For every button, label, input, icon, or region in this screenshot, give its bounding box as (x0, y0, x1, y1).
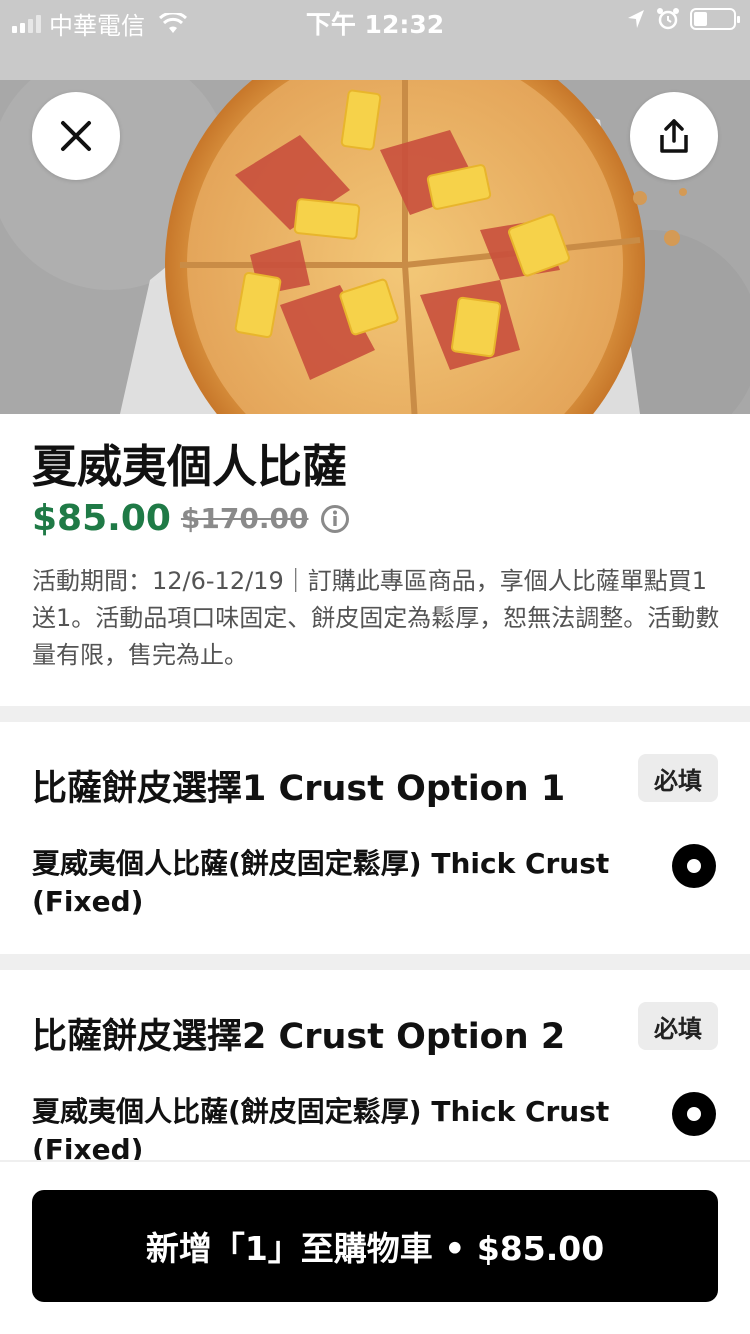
location-arrow-icon (628, 10, 644, 28)
required-badge: 必填 (638, 1002, 718, 1050)
battery-level (694, 12, 707, 26)
header-band (0, 40, 750, 80)
original-price: $170.00 (180, 502, 309, 535)
option-choice-label-1[interactable]: 夏威夷個人比薩(餅皮固定鬆厚) Thick Crust (Fixed) (32, 845, 612, 921)
radio-dot (687, 1107, 701, 1121)
product-image (0, 80, 750, 414)
section-divider (0, 954, 750, 970)
share-icon (660, 119, 688, 153)
add-to-cart-button[interactable]: 新增「1」至購物車 • $85.00 (32, 1190, 718, 1302)
radio-dot (687, 859, 701, 873)
product-price: $85.00 (32, 498, 171, 539)
section-divider (0, 706, 750, 722)
price-row: $85.00 $170.00 (32, 498, 350, 539)
option-choice-label-2[interactable]: 夏威夷個人比薩(餅皮固定鬆厚) Thick Crust (Fixed) (32, 1093, 612, 1169)
share-button[interactable] (630, 92, 718, 180)
battery-icon (690, 8, 740, 30)
option-group-title-2: 比薩餅皮選擇2 Crust Option 2 (32, 1017, 566, 1057)
close-button[interactable] (32, 92, 120, 180)
radio-selected-1[interactable] (672, 844, 716, 888)
close-icon (61, 121, 91, 151)
required-badge: 必填 (638, 754, 718, 802)
status-bar: 中華電信 下午 12:32 (0, 0, 750, 40)
product-title: 夏威夷個人比薩 (32, 440, 348, 493)
product-description: 活動期間：12/6-12/19｜訂購此專區商品，享個人比薩單點買1送1。活動品項… (32, 567, 720, 669)
alarm-icon (657, 8, 679, 30)
info-icon[interactable] (320, 504, 350, 534)
option-group-title-1: 比薩餅皮選擇1 Crust Option 1 (32, 769, 566, 809)
radio-selected-2[interactable] (672, 1092, 716, 1136)
status-right (626, 7, 740, 31)
